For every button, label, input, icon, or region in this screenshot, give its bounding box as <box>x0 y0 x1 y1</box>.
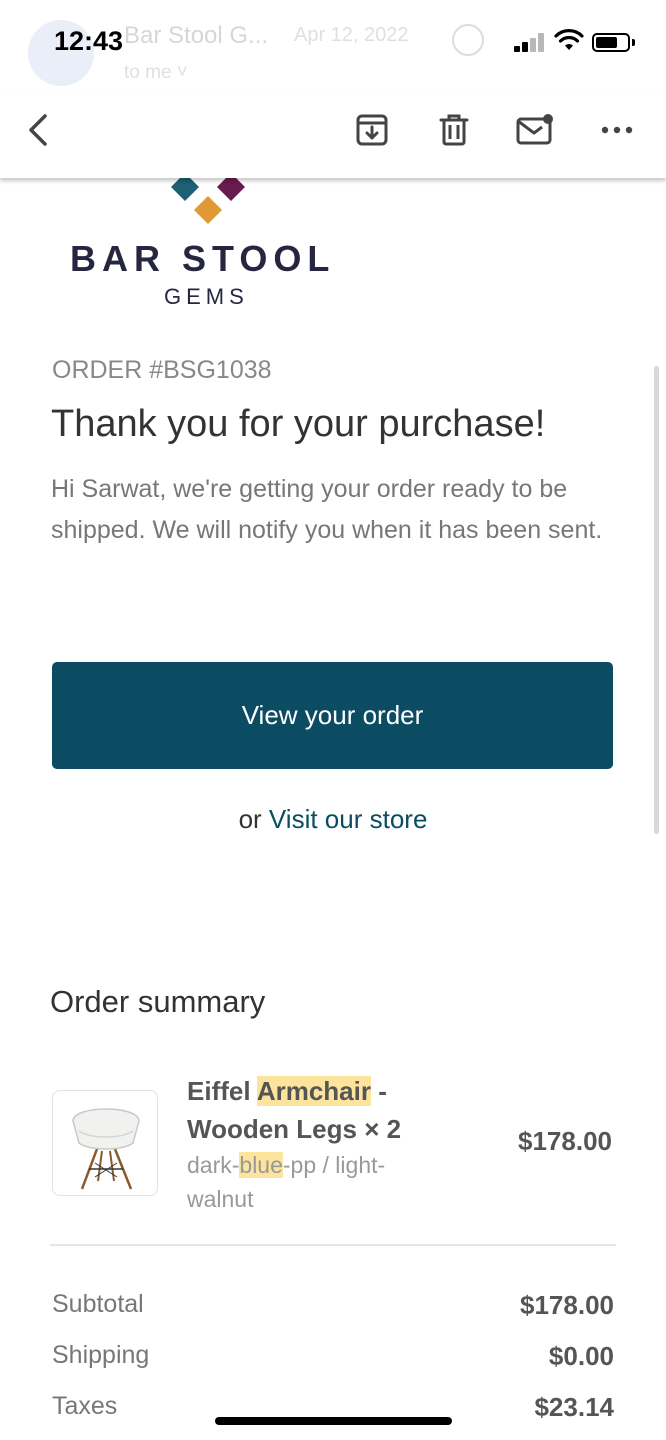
brand-name: BAR STOOL <box>70 238 336 279</box>
more-horizontal-icon <box>601 126 633 134</box>
armchair-image <box>72 1108 140 1190</box>
shipping-row: Shipping $0.00 <box>52 1341 614 1381</box>
mail-unread-icon <box>516 114 553 145</box>
status-time: 12:43 <box>54 26 124 56</box>
chevron-left-icon <box>29 114 47 146</box>
order-summary-heading: Order summary <box>50 984 266 1019</box>
taxes-row: Taxes $23.14 <box>52 1392 614 1432</box>
trash-icon <box>439 114 469 146</box>
archive-button[interactable] <box>348 106 396 154</box>
total-label: Taxes <box>52 1392 118 1420</box>
email-headline: Thank you for your purchase! <box>51 403 546 445</box>
total-value: $178.00 <box>520 1290 614 1320</box>
home-indicator[interactable] <box>215 1417 452 1425</box>
mark-unread-button[interactable] <box>511 106 559 154</box>
scrollbar[interactable] <box>654 366 659 834</box>
delete-button[interactable] <box>430 106 478 154</box>
email-toolbar <box>0 90 666 178</box>
visit-store-link[interactable]: Visit our store <box>269 804 427 834</box>
item-variant: dark-blue-pp / light-walnut <box>187 1148 437 1216</box>
item-title-text: Eiffel <box>187 1076 257 1106</box>
total-value: $0.00 <box>548 1341 614 1371</box>
item-variant-text: dark- <box>187 1152 240 1178</box>
total-label: Subtotal <box>52 1290 144 1318</box>
order-number: ORDER #BSG1038 <box>52 356 272 384</box>
back-button[interactable] <box>14 106 62 154</box>
summary-divider <box>50 1244 616 1246</box>
or-text: or <box>238 804 269 834</box>
email-screen: Bar Stool G... Apr 12, 2022 to me ˅ 12:4… <box>0 0 666 1440</box>
intro-paragraph: Hi Sarwat, we're getting your order read… <box>51 475 603 544</box>
total-label: Shipping <box>52 1341 150 1369</box>
total-value: $23.14 <box>534 1392 614 1422</box>
cellular-signal-icon <box>514 32 548 52</box>
product-thumbnail <box>52 1090 158 1196</box>
battery-icon <box>592 33 630 52</box>
status-bar: 12:43 <box>0 0 666 90</box>
brand-logo: BAR STOOL GEMS <box>70 160 350 310</box>
archive-icon <box>356 114 388 146</box>
item-variant-highlight: blue <box>239 1152 283 1178</box>
item-title: Eiffel Armchair - Wooden Legs × 2 <box>187 1072 447 1148</box>
view-order-button[interactable]: View your order <box>52 662 613 769</box>
battery-tip <box>632 39 635 46</box>
brand-subtitle: GEMS <box>164 284 249 309</box>
item-title-highlight: Armchair <box>256 1076 371 1106</box>
store-link-line: or Visit our store <box>0 804 666 835</box>
subtotal-row: Subtotal $178.00 <box>52 1290 614 1330</box>
more-options-button[interactable] <box>593 106 641 154</box>
item-price: $178.00 <box>518 1126 612 1156</box>
wifi-icon <box>554 29 584 50</box>
